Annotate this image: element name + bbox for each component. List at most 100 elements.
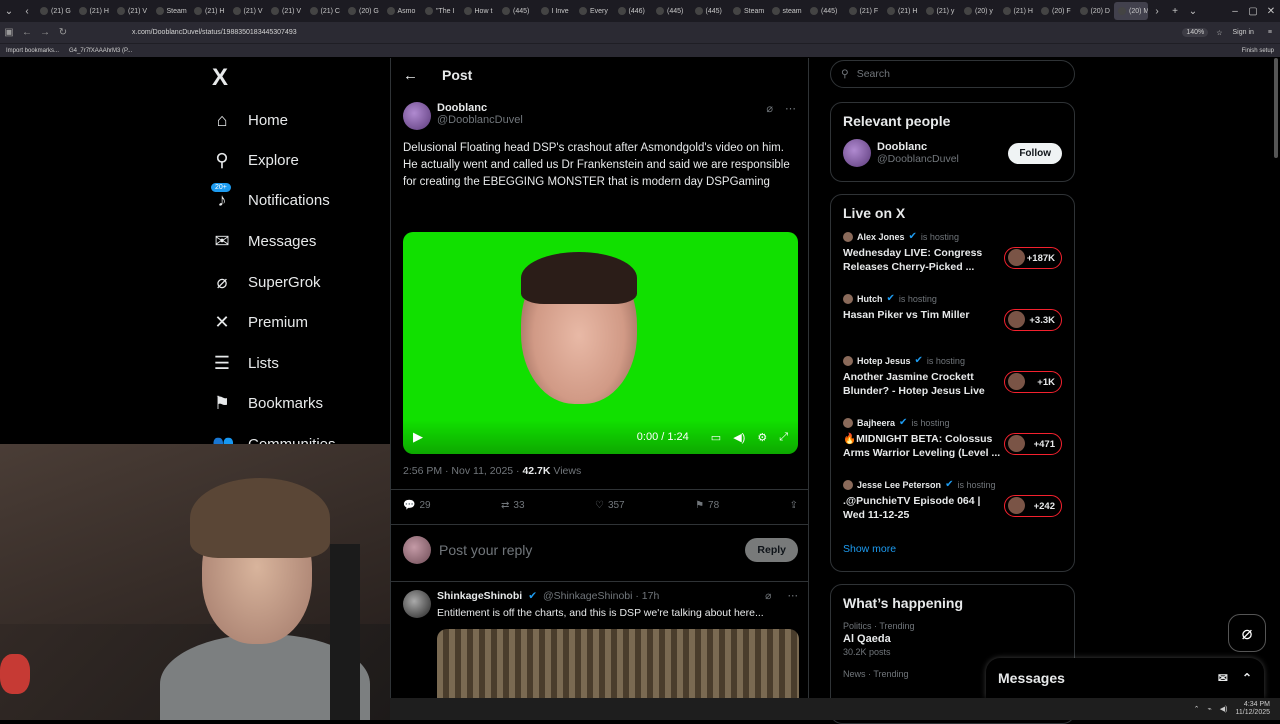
expand-icon[interactable]: ⌃ [1242,671,1252,685]
bookmark-item[interactable]: G4_7r7fXAAAhrM3 (P... [69,48,132,54]
sidebar-toggle-icon[interactable]: ▣ [0,27,18,38]
browser-tab[interactable]: (21) G [36,2,75,20]
browser-tab[interactable]: (21) V [229,2,268,20]
relevant-person[interactable]: Dooblanc @DooblancDuvel Follow [843,139,1062,167]
live-listener-count[interactable]: +3.3K [1004,309,1062,331]
post-timestamp[interactable]: 2:56 PM · Nov 11, 2025 · [403,465,522,477]
browser-tab[interactable]: (445) [691,2,730,20]
back-icon[interactable]: ← [18,27,36,38]
maximize-icon[interactable]: ▢ [1244,6,1262,17]
captions-icon[interactable]: ▭ [711,431,721,444]
sign-in-link[interactable]: Sign in [1233,29,1254,36]
tray-icon[interactable]: ⌃ [1194,705,1200,713]
browser-tab[interactable]: (445) [806,2,845,20]
nav-premium[interactable]: ✕ Premium [212,310,308,334]
browser-tab[interactable]: (446) [614,2,653,20]
live-item[interactable]: Alex Jones ✔ is hosting Wednesday LIVE: Con… [843,231,1062,293]
nav-home[interactable]: ⌂ Home [212,108,288,132]
browser-tab[interactable]: (20) M [1114,2,1148,20]
avatar[interactable] [843,139,871,167]
system-clock[interactable]: 4:34 PM 11/12/2025 [1235,701,1270,717]
tab-scroll-right-icon[interactable]: › [1148,6,1166,17]
settings-icon[interactable]: ⚙ [757,431,767,444]
menu-icon[interactable]: ≡ [1268,29,1272,36]
browser-tab[interactable]: Asmo [383,2,422,20]
show-more-link[interactable]: Show more [843,543,1062,555]
video-player[interactable]: ▶ 0:00 / 1:24 ▭ ◀) ⚙ ⤢ [403,232,798,454]
browser-tab[interactable]: "The I [421,2,460,20]
network-icon[interactable]: ⌁ [1208,705,1212,713]
reply-media[interactable] [437,629,799,699]
follow-button[interactable]: Follow [1008,142,1062,164]
finish-setup-link[interactable]: Finish setup [1242,48,1274,54]
browser-tab[interactable]: (21) C [306,2,345,20]
reply-input[interactable]: Post your reply [439,542,737,558]
play-icon[interactable]: ▶ [413,429,423,445]
browser-tab[interactable]: (20) F [1037,2,1076,20]
live-item[interactable]: Hutch ✔ is hosting Hasan Piker vs Tim Mille… [843,293,1062,355]
browser-tab[interactable]: (20) D [1076,2,1115,20]
browser-tab[interactable]: I Inve [537,2,576,20]
close-window-icon[interactable]: ✕ [1262,6,1280,17]
scrollbar[interactable] [1274,58,1278,158]
tab-overflow-icon[interactable]: ⌄ [1184,6,1202,17]
nav-notifications[interactable]: ♪ 20+ Notifications [210,181,330,212]
live-item[interactable]: Hotep Jesus ✔ is hosting Another Jasmine Cr… [843,355,1062,417]
browser-tab[interactable]: (21) H [999,2,1038,20]
author-name[interactable]: Dooblanc [437,102,523,114]
browser-tab[interactable]: (20) G [344,2,383,20]
fullscreen-icon[interactable]: ⤢ [779,431,788,444]
tab-scroll-left-icon[interactable]: ‹ [18,6,36,17]
more-icon[interactable]: ⋯ [788,590,799,618]
messages-drawer[interactable]: Messages ✉ ⌃ [986,658,1264,698]
browser-tab[interactable]: (21) H [883,2,922,20]
bookmark-item[interactable]: Import bookmarks... [6,48,59,54]
live-item[interactable]: Bajheera ✔ is hosting 🔥MIDNIGHT BETA: Colos… [843,417,1062,479]
browser-tab[interactable]: (21) y [922,2,961,20]
grok-floating-button[interactable]: ⌀ [1228,614,1266,652]
browser-tab[interactable]: Every [575,2,614,20]
search-input[interactable]: ⚲ Search [830,60,1075,88]
browser-tab[interactable]: (21) H [190,2,229,20]
author-handle[interactable]: @DooblancDuvel [437,114,523,126]
compose-message-icon[interactable]: ✉ [1218,671,1228,685]
volume-icon[interactable]: ◀) [733,431,745,444]
minimize-icon[interactable]: – [1226,6,1244,17]
live-listener-count[interactable]: +471 [1004,433,1062,455]
new-tab-icon[interactable]: + [1166,6,1184,17]
bookmark-button[interactable]: ⚑ 78 [695,500,719,511]
repost-button[interactable]: ⇄ 33 [501,500,525,511]
forward-icon[interactable]: → [36,27,54,38]
browser-tab[interactable]: How t [460,2,499,20]
volume-icon[interactable]: ◀) [1220,705,1228,713]
nav-supergrok[interactable]: ⌀ SuperGrok [212,270,321,294]
more-icon[interactable]: ⋯ [785,102,796,115]
browser-tab[interactable]: (21) V [267,2,306,20]
nav-bookmarks[interactable]: ⚑ Bookmarks [212,391,323,415]
browser-tab[interactable]: Steam [152,2,191,20]
nav-lists[interactable]: ☰ Lists [212,351,279,375]
browser-tab[interactable]: (20) y [960,2,999,20]
reply-post[interactable]: ShinkageShinobi ✔ @ShinkageShinobi · 17h… [403,590,799,699]
nav-explore[interactable]: ⚲ Explore [212,148,298,172]
browser-tab[interactable]: Steam [729,2,768,20]
browser-tab[interactable]: (445) [652,2,691,20]
x-logo-icon[interactable]: X [212,64,228,92]
browser-tab[interactable]: (21) V [113,2,152,20]
zoom-level[interactable]: 140% [1182,28,1209,37]
browser-tab[interactable]: steam [768,2,807,20]
grok-icon[interactable]: ⌀ [765,590,771,618]
live-listener-count[interactable]: +187K [1004,247,1062,269]
reload-icon[interactable]: ↻ [54,27,72,38]
address-field[interactable]: x.com/DooblancDuvel/status/1988350183445… [132,29,1182,36]
browser-tab[interactable]: (445) [498,2,537,20]
like-button[interactable]: ♡ 357 [595,500,625,511]
tab-list-icon[interactable]: ⌄ [0,6,18,17]
reply-submit-button[interactable]: Reply [745,538,798,562]
live-item[interactable]: Jesse Lee Peterson ✔ is hosting .@PunchieTV… [843,479,1062,541]
browser-tab[interactable]: (21) H [75,2,114,20]
share-button[interactable]: ⇪ [790,500,798,511]
browser-tab[interactable]: (21) F [845,2,884,20]
live-listener-count[interactable]: +1K [1004,371,1062,393]
grok-icon[interactable]: ⌀ [766,102,773,115]
